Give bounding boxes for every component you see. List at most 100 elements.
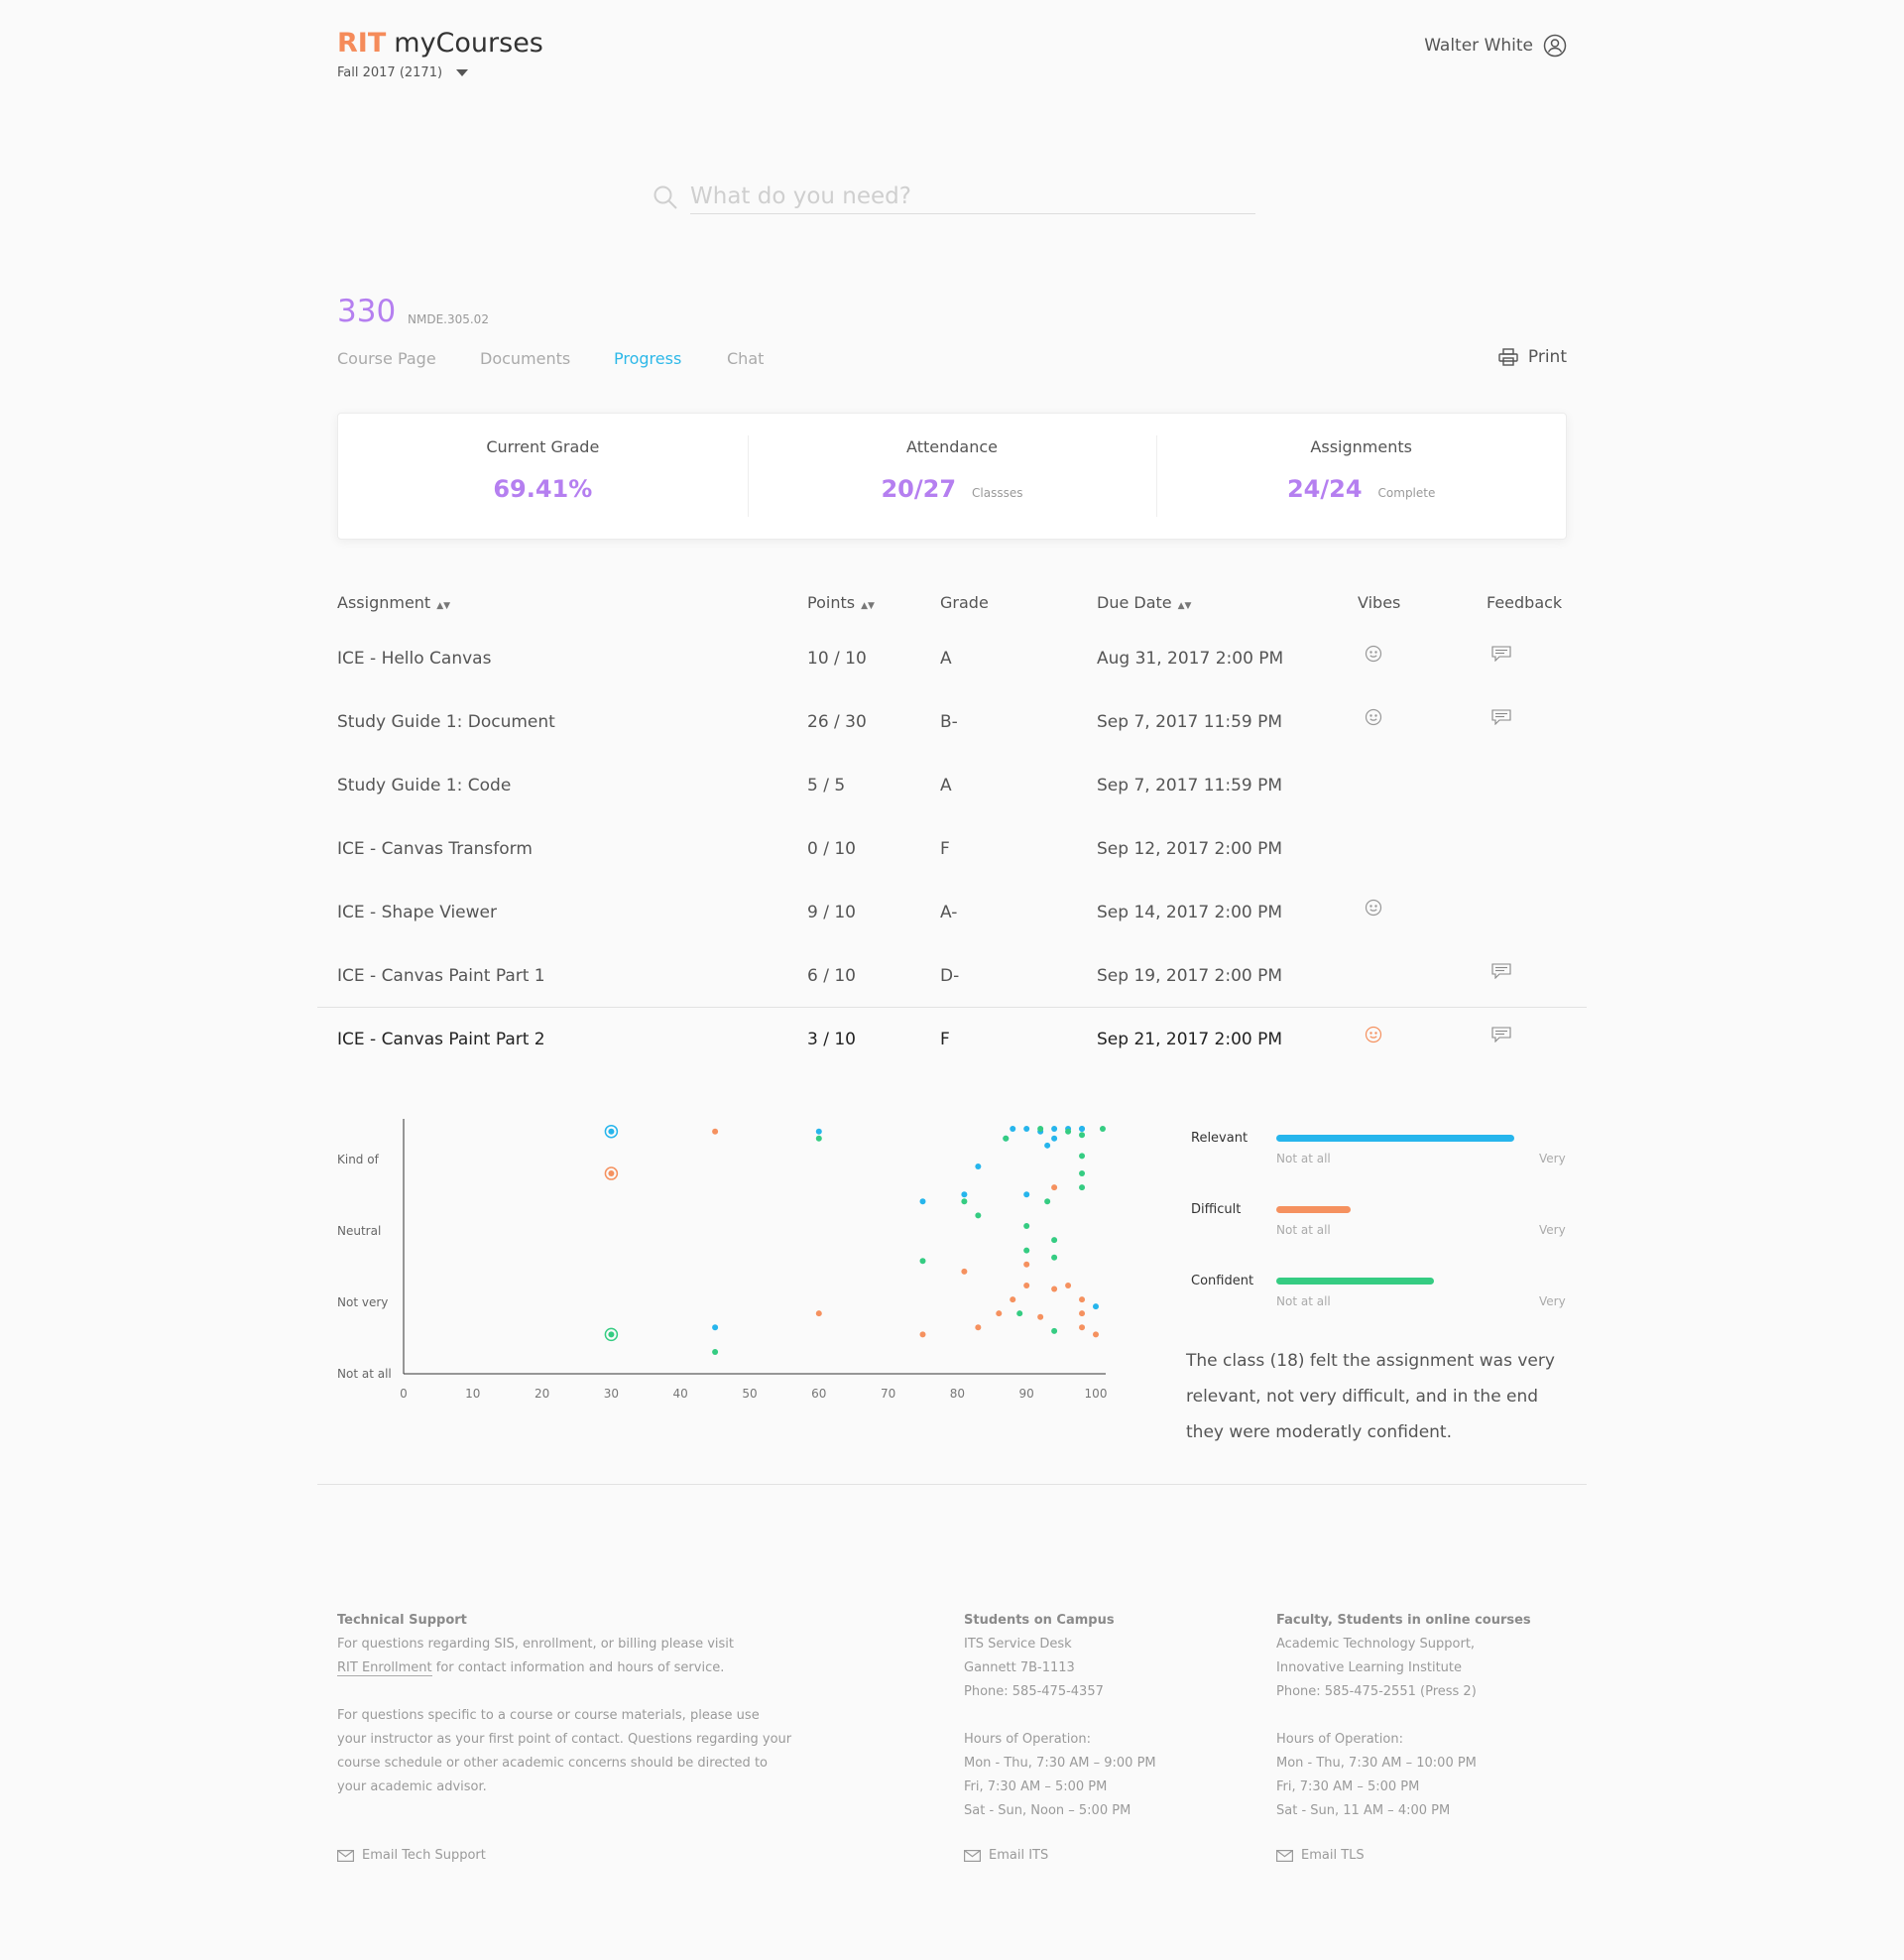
sort-icon: ▲▼ [861, 601, 875, 611]
confident-bar [1276, 1278, 1434, 1285]
footer-text: Innovative Learning Institute [1276, 1660, 1463, 1675]
table-row[interactable]: Study Guide 1: Code 5 / 5 A Sep 7, 2017 11:… [337, 754, 1567, 817]
smiley-icon[interactable] [1361, 1022, 1386, 1047]
difficult-point [1051, 1184, 1058, 1191]
scale-high-label: Very [1539, 1294, 1566, 1308]
difficult-point [1010, 1296, 1016, 1303]
tab-course-page[interactable]: Course Page [337, 349, 436, 368]
scale-high-label: Very [1539, 1223, 1566, 1237]
print-button[interactable]: Print [1498, 347, 1567, 367]
assignment-points: 6 / 10 [807, 966, 856, 986]
assignment-due-date: Sep 12, 2017 2:00 PM [1097, 839, 1283, 859]
assignment-points: 3 / 10 [807, 1030, 856, 1049]
smiley-icon[interactable] [1361, 704, 1386, 730]
assignment-grade: D- [940, 966, 960, 986]
relevant-point [1044, 1142, 1051, 1149]
term-selector[interactable]: Fall 2017 (2171) [337, 65, 469, 80]
rit-enrollment-link[interactable]: RIT Enrollment [337, 1660, 432, 1676]
feedback-icon[interactable] [1488, 958, 1514, 984]
footer-text: course schedule or other academic concer… [337, 1756, 768, 1771]
feedback-icon[interactable] [1488, 704, 1514, 730]
assignment-points: 10 / 10 [807, 649, 867, 669]
stat-value: 24/24 Complete [1286, 475, 1436, 503]
tab-progress[interactable]: Progress [614, 349, 681, 368]
smiley-icon[interactable] [1361, 895, 1386, 920]
email-its-link[interactable]: Email ITS [964, 1848, 1048, 1863]
x-tick-label: 90 [1019, 1387, 1034, 1401]
footer-text: Phone: 585-475-2551 (Press 2) [1276, 1684, 1477, 1699]
sort-icon: ▲▼ [1177, 601, 1192, 611]
col-header-assignment[interactable]: Assignment ▲▼ [337, 593, 450, 612]
confident-point [975, 1212, 982, 1219]
assignment-name: ICE - Shape Viewer [337, 903, 497, 922]
table-row[interactable]: ICE - Canvas Paint Part 1 6 / 10 D- Sep 19,… [337, 944, 1567, 1008]
col-header-feedback: Feedback [1487, 593, 1563, 612]
assignment-points: 0 / 10 [807, 839, 856, 859]
smiley-icon[interactable] [1361, 641, 1386, 667]
difficult-point [815, 1310, 822, 1317]
assignment-name: ICE - Canvas Paint Part 2 [337, 1030, 545, 1049]
difficult-point [1023, 1261, 1030, 1268]
difficult-point [919, 1331, 926, 1338]
difficult-point [1065, 1282, 1072, 1288]
scale-low-label: Not at all [1276, 1223, 1331, 1237]
footer-text: Fri, 7:30 AM – 5:00 PM [1276, 1779, 1420, 1794]
table-row[interactable]: ICE - Hello Canvas 10 / 10 A Aug 31, 2017 2… [337, 627, 1567, 690]
table-row[interactable]: ICE - Canvas Paint Part 2 3 / 10 F Sep 21, … [337, 1008, 1567, 1071]
mail-icon [1276, 1849, 1293, 1862]
stat-label: Assignments [1310, 437, 1412, 456]
footer-text: For questions specific to a course or co… [337, 1708, 760, 1723]
user-menu[interactable]: Walter White [1424, 34, 1567, 58]
confident-point [1079, 1184, 1086, 1191]
assignment-name: ICE - Canvas Transform [337, 839, 533, 859]
relevant-point [1023, 1191, 1030, 1198]
difficult-point [712, 1128, 719, 1135]
section-divider [317, 1484, 1587, 1485]
assignment-name: Study Guide 1: Document [337, 712, 555, 732]
footer-text: Gannett 7B-1113 [964, 1660, 1075, 1675]
app-brand[interactable]: RIT myCourses [337, 28, 543, 59]
footer-online: Faculty, Students in online courses Acad… [1276, 1609, 1574, 1823]
tab-documents[interactable]: Documents [480, 349, 570, 368]
footer-text: your instructor as your first point of c… [337, 1732, 792, 1747]
confident-point [1079, 1132, 1086, 1139]
feedback-icon[interactable] [1488, 641, 1514, 667]
tab-chat[interactable]: Chat [727, 349, 764, 368]
email-tech-support-link[interactable]: Email Tech Support [337, 1848, 486, 1863]
search-input[interactable] [690, 179, 1255, 214]
mail-link-label: Email TLS [1301, 1848, 1365, 1863]
chevron-down-icon [456, 69, 469, 76]
x-tick-label: 40 [673, 1387, 688, 1401]
x-tick-label: 70 [881, 1387, 895, 1401]
relevant-point [1010, 1126, 1016, 1132]
footer-tech-support: Technical Support For questions regardin… [337, 1609, 803, 1799]
relevant-point [815, 1128, 822, 1135]
stat-attendance: Attendance 20/27 Classses [747, 414, 1157, 539]
y-tick-label: Kind of [337, 1153, 380, 1166]
confident-point [1044, 1198, 1051, 1205]
confident-point [1003, 1135, 1010, 1142]
confident-point [1023, 1247, 1030, 1254]
table-row[interactable]: ICE - Canvas Transform 0 / 10 F Sep 12, 201… [337, 817, 1567, 881]
email-tls-link[interactable]: Email TLS [1276, 1848, 1365, 1863]
confident-point [961, 1198, 968, 1205]
feedback-icon[interactable] [1488, 1022, 1514, 1047]
stat-value: 69.41% [493, 475, 593, 503]
table-row[interactable]: Study Guide 1: Document 26 / 30 B- Sep 7, 2… [337, 690, 1567, 754]
y-tick-label: Not very [337, 1295, 388, 1309]
difficult-point [1093, 1331, 1099, 1338]
y-tick-label: Not at all [337, 1367, 392, 1381]
difficult-point [1079, 1296, 1086, 1303]
relevant-point [1023, 1126, 1030, 1132]
relevant-bar [1276, 1135, 1514, 1142]
footer-text: ITS Service Desk [964, 1637, 1072, 1652]
brand-prefix: RIT [337, 28, 387, 59]
assignment-due-date: Sep 7, 2017 11:59 PM [1097, 712, 1283, 732]
col-header-points[interactable]: Points ▲▼ [807, 593, 875, 612]
assignment-grade: A [940, 649, 952, 669]
confident-point [1099, 1126, 1106, 1132]
row-divider [317, 1007, 1587, 1008]
table-row[interactable]: ICE - Shape Viewer 9 / 10 A- Sep 14, 2017 2… [337, 881, 1567, 944]
footer-text: Mon - Thu, 7:30 AM – 10:00 PM [1276, 1756, 1477, 1771]
col-header-due-date[interactable]: Due Date ▲▼ [1097, 593, 1191, 612]
